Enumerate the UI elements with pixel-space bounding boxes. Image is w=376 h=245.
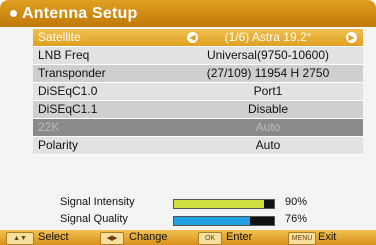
lnb-freq-label: LNB Freq [38,48,90,62]
diseqc-1-0-value: Port1 [253,84,283,98]
change-hint-label: Change [129,231,168,243]
signal-intensity-bar [173,199,275,209]
polarity-label: Polarity [38,138,79,152]
transponder-label: Transponder [38,66,106,80]
menu-row-transponder[interactable]: Transponder (27/109) 11954 H 2750 [33,65,363,83]
menu-row-polarity[interactable]: Polarity Auto [33,137,363,155]
signal-intensity-fill [174,200,264,208]
diseqc-1-1-label: DiSEqC1.1 [38,102,98,116]
menu-row-diseqc-1-1[interactable]: DiSEqC1.1 Disable [33,101,363,119]
22k-label: 22K [38,120,60,134]
enter-key-icon: OK [198,232,222,245]
signal-quality-bar [173,216,275,226]
exit-hint-label: Exit [318,231,337,243]
polarity-value: Auto [255,138,281,152]
exit-key-icon: MENU [288,232,316,245]
select-key-icon: ▲▼ [6,232,34,245]
signal-quality-label: Signal Quality [60,213,128,225]
select-hint-label: Select [38,231,69,243]
signal-intensity-percent: 90% [285,196,308,208]
title-bar: Antenna Setup [0,0,376,27]
signal-intensity-label: Signal Intensity [60,196,135,208]
enter-hint-label: Enter [226,231,253,243]
signal-quality-percent: 76% [285,213,308,225]
signal-quality-fill [174,217,250,225]
satellite-label: Satellite [38,30,81,44]
arrow-right-icon[interactable]: ▶ [346,32,357,43]
diseqc-1-0-label: DiSEqC1.0 [38,84,98,98]
footer-hints: ▲▼ Select ◀▶ Change OK Enter MENU Exit [0,230,376,245]
menu-row-22k: 22K Auto [33,119,363,137]
diseqc-1-1-value: Disable [247,102,289,116]
transponder-value: (27/109) 11954 H 2750 [206,66,330,80]
menu-row-diseqc-1-0[interactable]: DiSEqC1.0 Port1 [33,83,363,101]
antenna-setup-screen: Antenna Setup Satellite ◀ (1/6) Astra 19… [0,0,376,245]
satellite-value: (1/6) Astra 19.2° [224,30,312,44]
page-title: Antenna Setup [22,5,138,22]
22k-value: Auto [255,120,281,134]
title-bullet-icon [10,10,17,17]
change-key-icon: ◀▶ [100,232,124,245]
menu-row-satellite[interactable]: Satellite ◀ (1/6) Astra 19.2° ▶ [33,29,363,47]
menu-row-lnb-freq[interactable]: LNB Freq Universal(9750-10600) [33,47,363,65]
lnb-freq-value: Universal(9750-10600) [206,48,330,62]
